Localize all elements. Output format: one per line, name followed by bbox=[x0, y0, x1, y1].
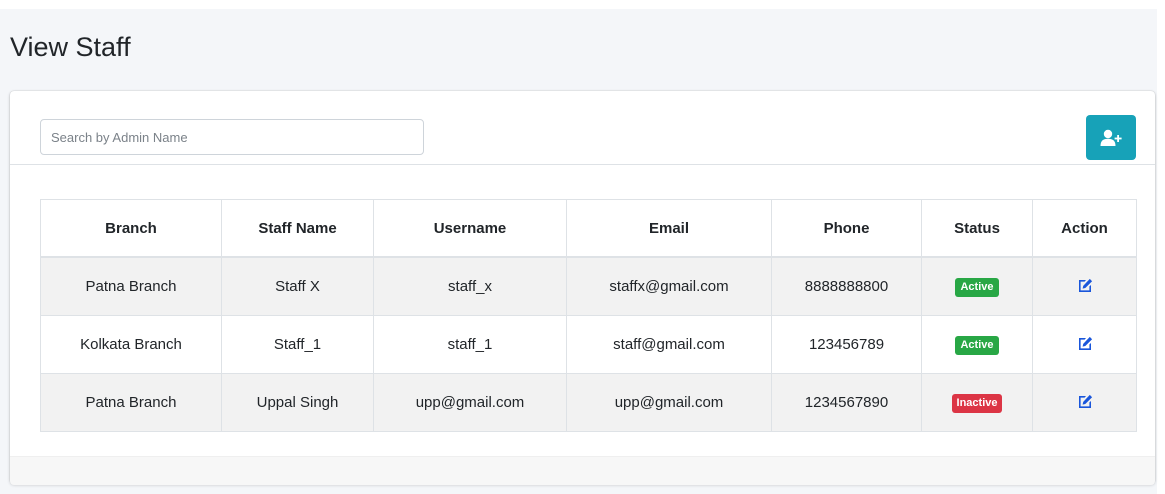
edit-button[interactable] bbox=[1075, 392, 1095, 412]
edit-icon bbox=[1078, 394, 1092, 408]
column-header-username: Username bbox=[373, 199, 567, 258]
content-wrapper: View Staff Search by Admin Name Branch S… bbox=[0, 9, 1157, 494]
cell-username: staff_1 bbox=[373, 315, 567, 374]
cell-branch: Patna Branch bbox=[40, 373, 222, 432]
table-row: Patna Branch Uppal Singh upp@gmail.com u… bbox=[40, 373, 1137, 432]
cell-action bbox=[1032, 315, 1137, 374]
cell-action bbox=[1032, 256, 1137, 316]
card-header bbox=[10, 91, 1155, 165]
table-header-row: Branch Staff Name Username Email Phone S… bbox=[40, 199, 1137, 258]
column-header-branch: Branch bbox=[40, 199, 222, 258]
cell-email: staff@gmail.com bbox=[566, 315, 772, 374]
staff-table: Branch Staff Name Username Email Phone S… bbox=[40, 199, 1137, 432]
column-header-phone: Phone bbox=[771, 199, 922, 258]
cell-staff-name: Staff X bbox=[221, 256, 374, 316]
table-row: Patna Branch Staff X staff_x staffx@gmai… bbox=[40, 256, 1137, 316]
cell-email: staffx@gmail.com bbox=[566, 256, 772, 316]
column-header-staff-name: Staff Name bbox=[221, 199, 374, 258]
status-badge: Active bbox=[955, 335, 999, 355]
cell-phone: 1234567890 bbox=[771, 373, 922, 432]
cell-branch: Patna Branch bbox=[40, 256, 222, 316]
status-badge: Inactive bbox=[951, 393, 1003, 413]
staff-card: Branch Staff Name Username Email Phone S… bbox=[10, 91, 1155, 485]
column-header-status: Status bbox=[921, 199, 1033, 258]
add-staff-button[interactable] bbox=[1086, 115, 1136, 160]
edit-button[interactable] bbox=[1075, 334, 1095, 354]
column-header-email: Email bbox=[566, 199, 772, 258]
cell-staff-name: Uppal Singh bbox=[221, 373, 374, 432]
cell-staff-name: Staff_1 bbox=[221, 315, 374, 374]
staff-table-container: Branch Staff Name Username Email Phone S… bbox=[40, 199, 1137, 432]
table-row: Kolkata Branch Staff_1 staff_1 staff@gma… bbox=[40, 315, 1137, 374]
cell-username: staff_x bbox=[373, 256, 567, 316]
column-header-action: Action bbox=[1032, 199, 1137, 258]
cell-username: upp@gmail.com bbox=[373, 373, 567, 432]
status-badge: Active bbox=[955, 277, 999, 297]
cell-status: Inactive bbox=[921, 373, 1033, 432]
cell-branch: Kolkata Branch bbox=[40, 315, 222, 374]
edit-icon bbox=[1078, 278, 1092, 292]
cell-phone: 123456789 bbox=[771, 315, 922, 374]
cell-phone: 8888888800 bbox=[771, 256, 922, 316]
cell-status: Active bbox=[921, 315, 1033, 374]
search-input[interactable] bbox=[40, 119, 424, 155]
cell-action bbox=[1032, 373, 1137, 432]
card-footer bbox=[10, 456, 1155, 485]
page-title: View Staff bbox=[10, 32, 131, 62]
cell-status: Active bbox=[921, 256, 1033, 316]
cell-email: upp@gmail.com bbox=[566, 373, 772, 432]
edit-icon bbox=[1078, 336, 1092, 350]
edit-button[interactable] bbox=[1075, 276, 1095, 296]
user-plus-icon bbox=[1100, 129, 1122, 146]
